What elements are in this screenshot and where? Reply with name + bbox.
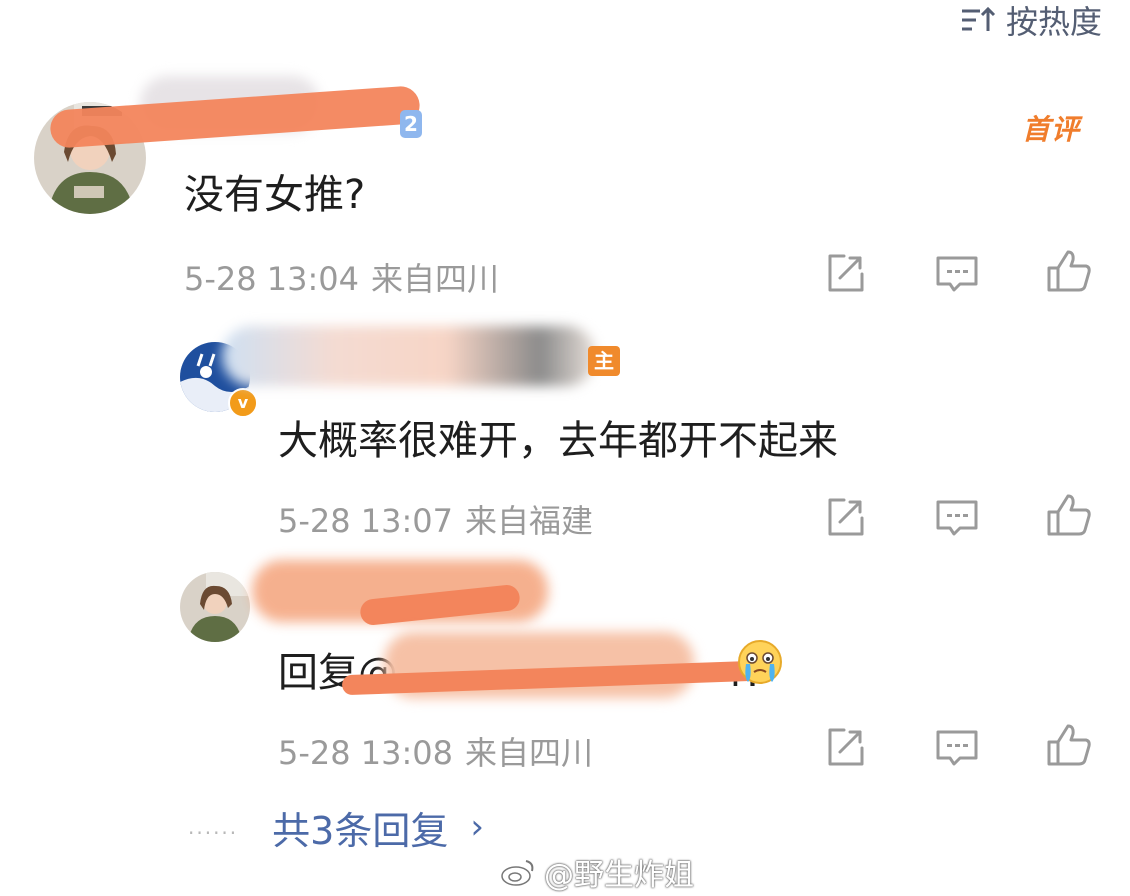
reply-button[interactable] — [934, 724, 980, 770]
comment-time: 5-28 13:04 — [184, 260, 360, 298]
reply-button[interactable] — [934, 494, 980, 540]
share-icon — [828, 498, 864, 536]
verified-badge: v — [228, 388, 258, 418]
comment-location: 来自四川 — [371, 260, 500, 298]
share-icon — [828, 728, 864, 766]
share-button[interactable] — [822, 250, 868, 296]
reply-location: 来自福建 — [465, 502, 594, 540]
sort-label: 按热度 — [1005, 3, 1102, 41]
avatar[interactable] — [180, 572, 250, 642]
crying-emoji — [736, 638, 784, 686]
share-icon — [828, 254, 864, 292]
first-comment-badge: 首评 — [1022, 113, 1081, 146]
share-button[interactable] — [822, 494, 868, 540]
thumbs-up-icon — [1047, 494, 1091, 536]
more-replies-dots: ...... — [188, 815, 239, 839]
chevron-right-icon: › — [470, 807, 484, 847]
like-button[interactable] — [1046, 722, 1092, 768]
weibo-logo-icon — [501, 860, 534, 886]
reply-button[interactable] — [934, 250, 980, 296]
watermark-text: @野生炸姐 — [544, 858, 694, 893]
like-button[interactable] — [1046, 492, 1092, 538]
share-button[interactable] — [822, 724, 868, 770]
username-blurred[interactable] — [222, 326, 596, 386]
comment-icon — [936, 256, 978, 292]
reply-meta: 5-28 13:08 来自四川 — [278, 728, 593, 774]
sort-icon — [961, 6, 996, 31]
watermark: @野生炸姐 — [500, 852, 694, 893]
like-button[interactable] — [1046, 248, 1092, 294]
level-badge-value: 2 — [404, 112, 418, 136]
thumbs-up-icon — [1047, 250, 1091, 292]
comment-icon — [936, 500, 978, 536]
owner-badge: 主 — [588, 346, 620, 376]
comment-meta: 5-28 13:04 来自四川 — [184, 254, 499, 300]
reply-time: 5-28 13:08 — [278, 734, 454, 772]
crying-face-icon — [738, 640, 782, 684]
more-replies-link[interactable]: ...... 共3条回复 › — [188, 800, 484, 854]
more-replies-label: 共3条回复 — [272, 808, 449, 853]
comment-icon — [936, 730, 978, 766]
reply-text: 大概率很难开，去年都开不起来 — [278, 418, 838, 464]
reply-meta: 5-28 13:07 来自福建 — [278, 496, 593, 542]
reply-time: 5-28 13:07 — [278, 502, 454, 540]
comment-text: 没有女推? — [184, 172, 366, 218]
reply-location: 来自四川 — [465, 734, 594, 772]
level-badge: 2 — [400, 110, 422, 138]
sort-by-hot-button[interactable]: 按热度 — [960, 0, 1102, 41]
thumbs-up-icon — [1047, 724, 1091, 766]
